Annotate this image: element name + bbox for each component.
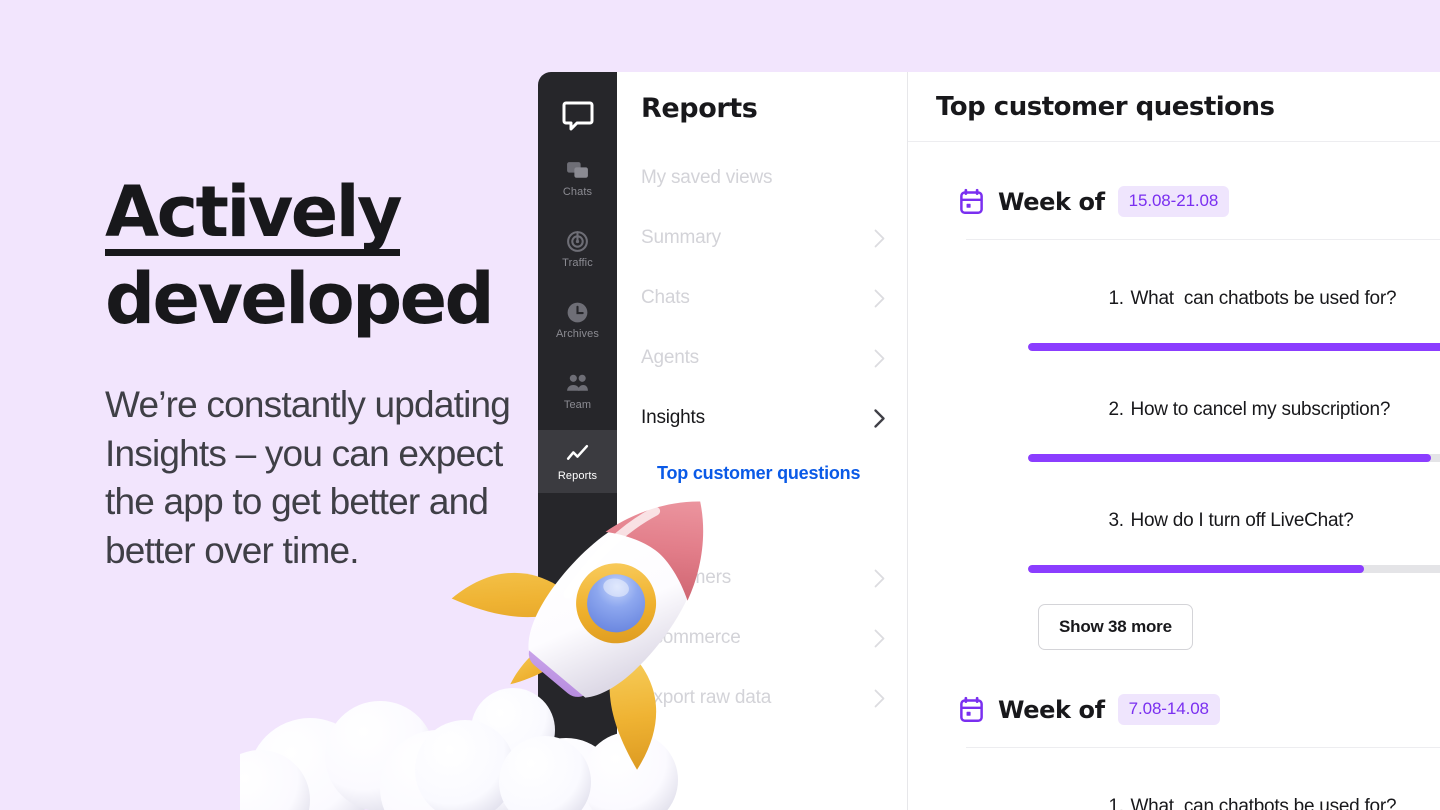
calendar-icon	[960, 696, 983, 722]
nav-item-alerts[interactable]: Alerts	[617, 498, 907, 548]
report-main-panel: Top customer questions Week of 15.08-21.…	[908, 72, 1440, 810]
reports-nav-panel: Reports My saved views Summary Chats Age…	[617, 72, 908, 810]
week-section: Week of 15.08-21.08 1. What can chatbots …	[908, 142, 1440, 650]
chevron-right-icon	[874, 629, 885, 648]
show-more-button[interactable]: Show 38 more	[1038, 604, 1193, 650]
progress-track	[1028, 343, 1440, 351]
nav-item-ecommerce[interactable]: Ecommerce	[617, 608, 907, 668]
nav-item-summary[interactable]: Summary	[617, 208, 907, 268]
chevron-right-icon	[874, 569, 885, 588]
nav-item-label: My saved views	[641, 167, 773, 188]
archives-clock-icon	[567, 302, 588, 322]
weeks-list: Week of 15.08-21.08 1. What can chatbots …	[908, 142, 1440, 810]
list-item[interactable]: 1. What can chatbots be used for?	[1028, 240, 1440, 351]
sidebar-item-label: Chats	[562, 185, 593, 198]
question-text: 1. What can chatbots be used for?	[1028, 774, 1440, 810]
marketing-body-text: We’re constantly updating Insights – you…	[105, 384, 511, 571]
question-label: How to cancel my subscription?	[1130, 399, 1391, 420]
question-list: 1.What can chatbots be used for? 2.How t…	[958, 748, 1440, 810]
chevron-right-icon	[874, 349, 885, 368]
nav-panel-title: Reports	[641, 93, 758, 124]
traffic-icon	[567, 230, 588, 252]
nav-item-label: Summary	[641, 227, 721, 248]
question-rank: 1.	[1108, 288, 1124, 309]
list-item[interactable]: 3. How do I turn off LiveChat?	[1028, 462, 1440, 573]
week-header: Week of 7.08-14.08	[958, 650, 1440, 725]
list-item[interactable]: 2. How to cancel my subscription?	[1028, 351, 1440, 462]
nav-list: My saved views Summary Chats Agents Insi…	[617, 148, 907, 728]
app-window: Chats Traffic Archives Team Reports Repo…	[538, 72, 1440, 810]
chevron-right-icon	[874, 289, 885, 308]
chevron-right-icon	[874, 408, 885, 428]
sidebar-item-chats[interactable]: Chats	[538, 146, 617, 209]
nav-item-label: Export raw data	[641, 687, 772, 708]
week-date-badge: 7.08-14.08	[1117, 694, 1220, 725]
question-rank: 1.	[1108, 796, 1124, 810]
sidebar-item-archives[interactable]: Archives	[538, 288, 617, 351]
sidebar-icon-rail: Chats Traffic Archives Team Reports	[538, 72, 617, 810]
chevron-right-icon	[874, 689, 885, 708]
question-text: 2. How to cancel my subscription?	[1028, 377, 1440, 443]
nav-item-label: Top customer questions	[657, 462, 861, 483]
week-label: Week of	[998, 187, 1105, 216]
nav-item-label: Chats	[641, 287, 690, 308]
progress-fill	[1028, 343, 1440, 351]
sidebar-item-reports[interactable]: Reports	[538, 430, 617, 493]
question-label: What can chatbots be used for?	[1130, 288, 1397, 309]
livechat-logo-icon[interactable]	[556, 94, 600, 138]
sidebar-item-label: Archives	[556, 327, 599, 340]
report-header: Top customer questions	[908, 72, 1440, 142]
nav-item-customers[interactable]: Customers	[617, 548, 907, 608]
nav-item-label: Insights	[641, 407, 705, 428]
question-label: What can chatbots be used for?	[1130, 796, 1397, 810]
question-text: 1. What can chatbots be used for?	[1028, 266, 1440, 332]
chats-icon	[567, 161, 588, 178]
progress-fill	[1028, 454, 1432, 462]
question-text: 3. How do I turn off LiveChat?	[1028, 488, 1440, 554]
sidebar-item-team[interactable]: Team	[538, 359, 617, 422]
progress-track	[1028, 565, 1440, 573]
reports-chart-icon	[566, 444, 589, 460]
sidebar-item-label: Traffic	[562, 256, 593, 269]
week-date-badge: 15.08-21.08	[1117, 186, 1230, 217]
headline-line-2: developed	[105, 257, 495, 340]
question-rank: 3.	[1108, 510, 1124, 531]
calendar-icon	[960, 188, 983, 214]
page-title: Actively developed	[105, 177, 525, 340]
sidebar-item-label: Team	[563, 398, 592, 411]
report-title: Top customer questions	[936, 91, 1275, 122]
marketing-copy: Actively developed We’re constantly upda…	[105, 177, 525, 575]
question-label: How do I turn off LiveChat?	[1130, 510, 1354, 531]
nav-item-chats[interactable]: Chats	[617, 268, 907, 328]
sidebar-item-label: Reports	[557, 469, 598, 482]
week-section: Week of 7.08-14.08 1. What can chatbots b…	[908, 650, 1440, 810]
nav-item-top-customer-questions[interactable]: Top customer questions	[617, 448, 907, 498]
nav-item-label: Alerts	[657, 512, 702, 533]
nav-item-agents[interactable]: Agents	[617, 328, 907, 388]
progress-track	[1028, 454, 1440, 462]
question-rank: 2.	[1108, 399, 1124, 420]
nav-item-insights[interactable]: Insights	[617, 388, 907, 448]
question-list: 1. What can chatbots be used for? 2. How t…	[958, 240, 1440, 650]
nav-item-export-raw-data[interactable]: Export raw data	[617, 668, 907, 728]
nav-item-my-saved-views[interactable]: My saved views	[617, 148, 907, 208]
week-header: Week of 15.08-21.08	[958, 142, 1440, 217]
list-item[interactable]: 1. What can chatbots be used for?	[1028, 748, 1440, 810]
headline-line-1: Actively	[105, 177, 403, 256]
nav-item-label: Customers	[641, 567, 732, 588]
team-people-icon	[567, 374, 588, 391]
sidebar-item-traffic[interactable]: Traffic	[538, 217, 617, 280]
nav-item-label: Ecommerce	[641, 627, 741, 648]
screenshot-root: Actively developed We’re constantly upda…	[0, 0, 1440, 810]
week-label: Week of	[998, 695, 1105, 724]
nav-item-label: Agents	[641, 347, 699, 368]
progress-fill	[1028, 565, 1364, 573]
chevron-right-icon	[874, 229, 885, 248]
